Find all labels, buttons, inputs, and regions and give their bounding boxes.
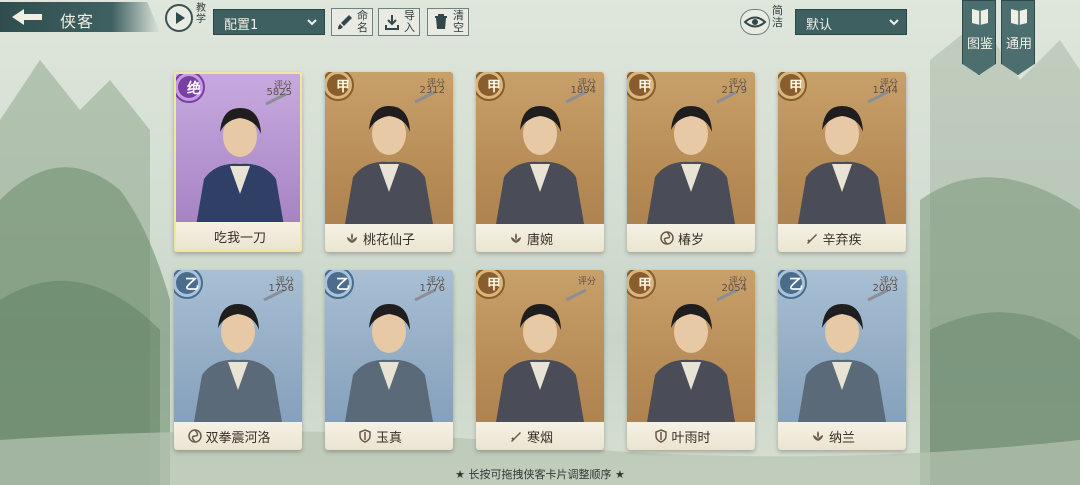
tutorial-label: 教学	[196, 3, 206, 25]
rename-label: 命名	[357, 9, 368, 34]
score-value: 1544	[872, 85, 898, 96]
eye-icon	[743, 16, 767, 28]
import-button[interactable]: 导入	[378, 8, 420, 36]
preset-value: 配置1	[224, 18, 259, 33]
score-value: 1776	[419, 283, 445, 294]
hero-card[interactable]: 甲 评分 2179 椿岁	[627, 72, 755, 252]
hero-name: 玉真	[375, 431, 402, 446]
score-value: 2312	[419, 85, 445, 96]
rank-label: 绝	[187, 81, 201, 97]
rename-button[interactable]: 命名	[331, 8, 373, 36]
compact-view-toggle[interactable]	[740, 9, 770, 35]
hero-card[interactable]: 甲 评分 1544 辛弃疾	[778, 72, 906, 252]
trash-icon	[435, 14, 447, 29]
hero-card[interactable]: 甲 评分 2312 桃花仙子	[325, 72, 453, 252]
score-value: 2063	[872, 283, 898, 294]
hero-card[interactable]: 甲 评分 寒烟	[476, 270, 604, 450]
chevron-down-icon	[889, 19, 899, 26]
play-icon	[176, 12, 185, 24]
score-value: 5825	[266, 87, 292, 98]
rank-label: 乙	[185, 277, 199, 293]
drag-hint: ★ 长按可拖拽侠客卡片调整顺序 ★	[455, 468, 625, 481]
score-value: 2054	[721, 283, 747, 294]
score-label: 评分	[577, 277, 596, 287]
hero-card[interactable]: 乙 评分 2063 纳兰	[778, 270, 906, 450]
codex-label: 图鉴	[966, 37, 993, 52]
preset-dropdown[interactable]: 配置1	[213, 9, 325, 35]
hero-name: 辛弃疾	[822, 233, 862, 248]
general-label: 通用	[1005, 37, 1032, 52]
tutorial-button[interactable]	[165, 4, 193, 32]
score-value: 2179	[721, 85, 747, 96]
hero-name: 唐婉	[526, 233, 553, 248]
rank-label: 甲	[487, 79, 501, 95]
top-bar: 侠客 教学 配置1 命名 导入 清空 简洁 默认 图鉴 通用	[0, 0, 1080, 75]
page-title: 侠客	[60, 12, 95, 31]
score-value: 1756	[268, 283, 294, 294]
import-label: 导入	[404, 9, 415, 34]
general-tab[interactable]: 通用	[1001, 0, 1035, 75]
hero-card[interactable]: 乙 评分 1756 双拳震河洛	[174, 270, 302, 450]
hero-name: 吃我一刀	[213, 231, 266, 246]
hero-name: 双拳震河洛	[205, 431, 271, 446]
rank-label: 乙	[789, 277, 803, 293]
download-icon	[385, 15, 399, 30]
codex-tab[interactable]: 图鉴	[962, 0, 996, 75]
rank-label: 甲	[487, 277, 501, 293]
hero-name: 纳兰	[828, 431, 855, 446]
clear-label: 清空	[453, 9, 464, 34]
sort-dropdown[interactable]: 默认	[795, 9, 907, 35]
rank-label: 甲	[638, 79, 652, 95]
hero-card[interactable]: 乙 评分 1776 玉真	[325, 270, 453, 450]
hero-card[interactable]: 甲 评分 2054 叶雨时	[627, 270, 755, 450]
rank-label: 甲	[789, 79, 803, 95]
book-icon	[972, 9, 988, 25]
hero-card[interactable]: 甲 评分 1894 唐婉	[476, 72, 604, 252]
hero-card[interactable]: 绝 评分 5825 吃我一刀	[174, 72, 302, 252]
sort-value: 默认	[806, 18, 833, 33]
rank-label: 乙	[336, 277, 350, 293]
hero-name: 寒烟	[526, 431, 553, 446]
brush-icon	[338, 15, 352, 30]
rank-label: 甲	[336, 79, 350, 95]
back-arrow-icon	[12, 9, 42, 25]
rank-label: 甲	[638, 277, 652, 293]
clear-button[interactable]: 清空	[427, 8, 469, 36]
score-value: 1894	[570, 85, 596, 96]
book-icon	[1011, 9, 1027, 25]
hero-name: 椿岁	[677, 233, 704, 248]
hero-name: 桃花仙子	[362, 233, 415, 248]
hero-name: 叶雨时	[671, 431, 711, 446]
back-button[interactable]: 侠客	[0, 2, 160, 32]
chevron-down-icon	[307, 19, 317, 26]
compact-label: 简洁	[772, 4, 783, 29]
